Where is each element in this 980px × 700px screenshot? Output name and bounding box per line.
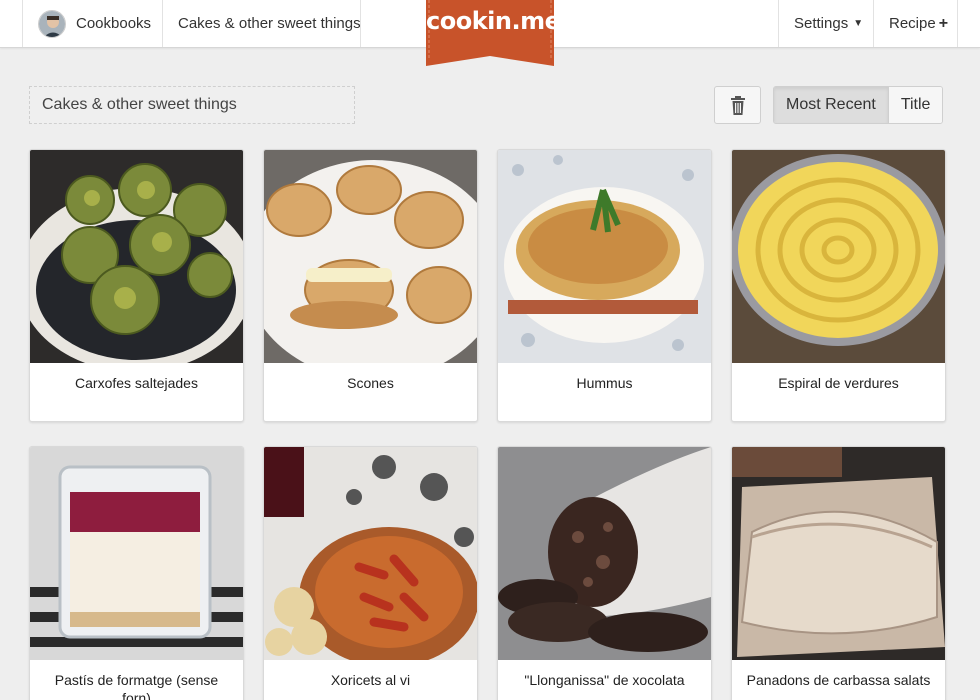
add-recipe-button[interactable]: Recipe + bbox=[889, 0, 948, 47]
nav-divider bbox=[360, 0, 361, 47]
recipe-photo-spiral bbox=[732, 150, 945, 363]
current-cookbook-label: Cakes & other sweet things bbox=[178, 15, 361, 32]
cookbooks-label: Cookbooks bbox=[76, 15, 152, 32]
recipe-photo-artichokes bbox=[30, 150, 243, 363]
chevron-down-icon: ▼ bbox=[853, 18, 864, 29]
recipe-photo-hummus bbox=[498, 150, 711, 363]
recipe-card[interactable]: Pastís de formatge (sense forn) bbox=[29, 446, 244, 700]
recipe-photo-scones bbox=[264, 150, 477, 363]
recipe-card[interactable]: "Llonganissa" de xocolata bbox=[497, 446, 712, 700]
avatar[interactable] bbox=[38, 9, 66, 38]
sort-title-button[interactable]: Title bbox=[888, 87, 943, 123]
recipe-card[interactable]: Xoricets al vi bbox=[263, 446, 478, 700]
logo[interactable]: cookin.me bbox=[426, 0, 561, 66]
recipe-card[interactable]: Hummus bbox=[497, 149, 712, 422]
current-cookbook-nav-link[interactable]: Cakes & other sweet things bbox=[178, 0, 361, 47]
recipe-title: Scones bbox=[347, 375, 394, 391]
recipe-label: Recipe bbox=[889, 15, 936, 32]
plus-icon: + bbox=[938, 14, 949, 32]
recipe-title: "Llonganissa" de xocolata bbox=[524, 672, 685, 688]
recipe-card[interactable]: Carxofes saltejades bbox=[29, 149, 244, 422]
recipe-title: Espiral de verdures bbox=[778, 375, 899, 391]
settings-menu[interactable]: Settings ▼ bbox=[794, 0, 863, 47]
recipe-title: Hummus bbox=[576, 375, 633, 391]
recipe-card[interactable]: Panadons de carbassa salats bbox=[731, 446, 946, 700]
cookbook-title-field[interactable]: Cakes & other sweet things bbox=[29, 86, 355, 124]
recipe-card[interactable]: Espiral de verdures bbox=[731, 149, 946, 422]
cookbooks-nav-link[interactable]: Cookbooks bbox=[38, 0, 151, 47]
nav-divider bbox=[22, 0, 23, 47]
settings-label: Settings bbox=[794, 15, 849, 32]
recipe-title: Pastís de formatge (sense forn) bbox=[54, 672, 219, 700]
nav-divider bbox=[957, 0, 958, 47]
logo-text: cookin.me bbox=[426, 7, 561, 35]
trash-icon bbox=[730, 95, 745, 115]
nav-divider bbox=[162, 0, 163, 47]
recipe-title: Panadons de carbassa salats bbox=[746, 672, 931, 688]
nav-divider bbox=[778, 0, 779, 47]
recipe-title: Carxofes saltejades bbox=[75, 375, 198, 391]
nav-divider bbox=[873, 0, 874, 47]
recipe-photo-pasties bbox=[732, 447, 945, 660]
sort-toggle-group: Most Recent Title bbox=[773, 86, 944, 124]
delete-cookbook-button[interactable] bbox=[714, 86, 761, 124]
recipe-photo-chorizo bbox=[264, 447, 477, 660]
recipe-title: Xoricets al vi bbox=[330, 672, 411, 688]
recipe-card[interactable]: Scones bbox=[263, 149, 478, 422]
recipe-photo-cheesecake bbox=[30, 447, 243, 660]
sort-most-recent-button[interactable]: Most Recent bbox=[774, 87, 889, 123]
recipe-photo-chocolate-salami bbox=[498, 447, 711, 660]
